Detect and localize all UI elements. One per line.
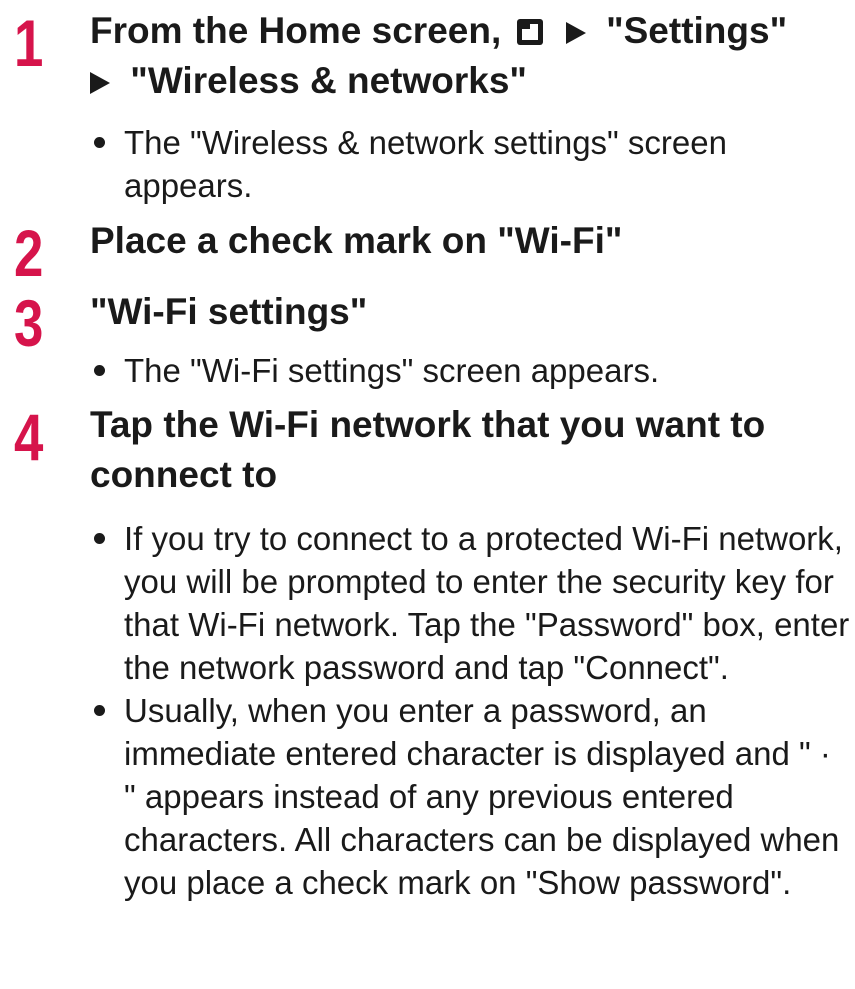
bullet-icon: [94, 705, 105, 716]
step-1-notes: The "Wireless & network settings" screen…: [90, 121, 850, 207]
bullet-icon: [94, 137, 105, 148]
step-number-4: 4: [14, 400, 44, 474]
note-item: The "Wi-Fi settings" screen appears.: [90, 349, 850, 392]
step-4-title: Tap the Wi-Fi network that you want to c…: [90, 404, 766, 495]
step-4-notes: If you try to connect to a protected Wi-…: [90, 517, 850, 904]
step-number-2: 2: [14, 216, 44, 290]
menu-icon: [516, 19, 543, 45]
bullet-icon: [94, 533, 105, 544]
step-number-1: 1: [14, 6, 44, 80]
note-text: If you try to connect to a protected Wi-…: [124, 520, 850, 686]
note-text: The "Wi-Fi settings" screen appears.: [124, 352, 660, 389]
step-2-title: Place a check mark on "Wi-Fi": [90, 220, 623, 261]
note-item: The "Wireless & network settings" screen…: [90, 121, 850, 207]
bullet-icon: [94, 365, 105, 376]
arrow-right-icon: [90, 72, 110, 94]
note-item: Usually, when you enter a password, an i…: [90, 689, 850, 904]
note-text: Usually, when you enter a password, an i…: [124, 692, 840, 901]
step-1-title-part3: "Wireless & networks": [130, 60, 527, 101]
step-number-3: 3: [14, 286, 44, 360]
step-1-title: From the Home screen, "Settings" "Wirele…: [90, 6, 850, 106]
step-3-title: "Wi-Fi settings": [90, 291, 368, 332]
step-1-title-part1: From the Home screen,: [90, 10, 502, 51]
step-1-title-part2: "Settings": [606, 10, 788, 51]
step-3-notes: The "Wi-Fi settings" screen appears.: [90, 349, 850, 392]
note-text: The "Wireless & network settings" screen…: [124, 124, 727, 204]
arrow-right-icon: [565, 22, 586, 44]
note-item: If you try to connect to a protected Wi-…: [90, 517, 850, 689]
